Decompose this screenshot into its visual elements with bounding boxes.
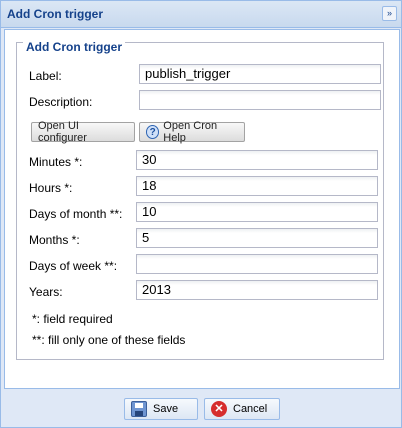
dialog-title: Add Cron trigger — [7, 7, 103, 21]
label-field-label: Label: — [29, 69, 62, 83]
days-of-month-field-label: Days of month **: — [29, 207, 123, 221]
description-input[interactable] — [139, 90, 381, 110]
open-ui-configurer-label: Open UI configurer — [38, 120, 87, 144]
save-icon — [131, 401, 147, 417]
collapse-icon[interactable]: » — [382, 6, 397, 21]
cancel-button[interactable]: ✕ Cancel — [204, 398, 280, 420]
label-input[interactable] — [139, 64, 381, 84]
cancel-icon: ✕ — [211, 401, 227, 417]
one-of-note: **: fill only one of these fields — [32, 333, 186, 347]
add-cron-trigger-dialog: Add Cron trigger » Add Cron trigger Labe… — [0, 0, 402, 428]
dialog-body: Add Cron trigger Label: Description: Ope… — [4, 29, 400, 389]
minutes-input[interactable] — [136, 150, 378, 170]
open-ui-configurer-button[interactable]: Open UI configurer — [31, 120, 135, 144]
cancel-label: Cancel — [233, 403, 268, 415]
months-input[interactable] — [136, 228, 378, 248]
description-field-label: Description: — [29, 95, 93, 109]
years-field-label: Years: — [29, 285, 63, 299]
hours-input[interactable] — [136, 176, 378, 196]
open-cron-help-button[interactable]: ? Open Cron Help — [139, 120, 245, 144]
dialog-titlebar[interactable]: Add Cron trigger » — [1, 1, 401, 28]
days-of-week-field-label: Days of week **: — [29, 259, 118, 273]
minutes-field-label: Minutes *: — [29, 155, 83, 169]
fieldset-legend: Add Cron trigger — [23, 40, 125, 54]
months-field-label: Months *: — [29, 233, 80, 247]
open-cron-help-label: Open Cron Help — [163, 120, 218, 144]
save-label: Save — [153, 403, 179, 415]
help-icon: ? — [146, 125, 160, 139]
save-button[interactable]: Save — [124, 398, 198, 420]
days-of-month-input[interactable] — [136, 202, 378, 222]
years-input[interactable] — [136, 280, 378, 300]
hours-field-label: Hours *: — [29, 181, 73, 195]
required-note: *: field required — [32, 312, 113, 326]
days-of-week-input[interactable] — [136, 254, 378, 274]
